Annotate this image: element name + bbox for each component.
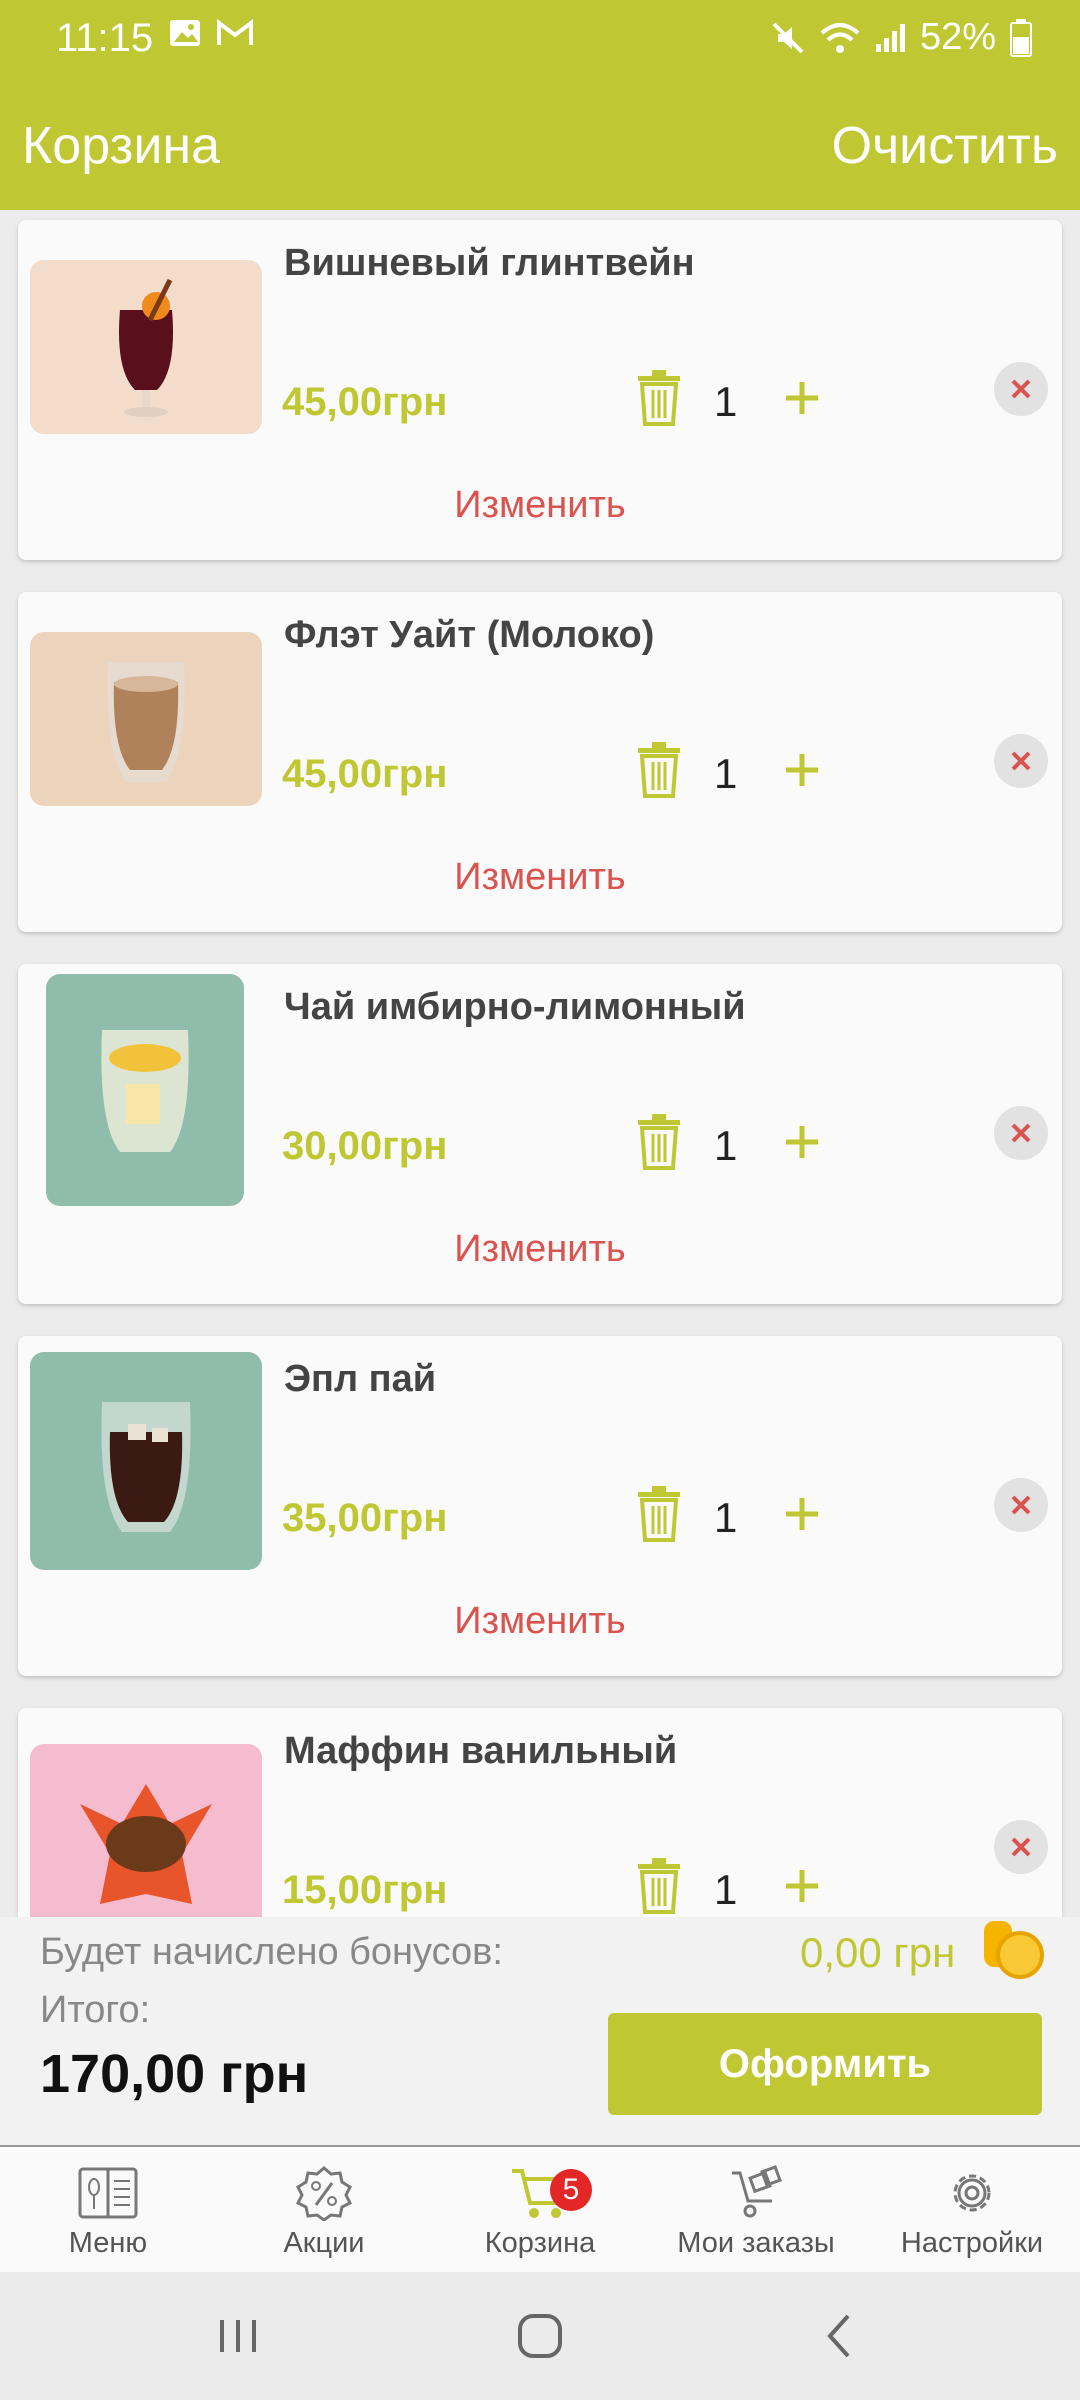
item-price: 45,00грн [282,380,448,424]
battery-percent: 52% [919,16,996,58]
system-nav-bar [0,2272,1080,2400]
item-quantity: 1 [714,1866,738,1913]
coins-icon [984,1921,1044,1979]
item-price: 35,00грн [282,1496,448,1540]
item-name: Эпл пай [284,1358,437,1400]
order-summary: Будет начислено бонусов: 0,00 грн Итого:… [0,1917,1080,2145]
nav-label: Корзина [484,2227,596,2259]
cart-item: Чай имбирно-лимонный 30,00грн 1 Изменить [18,964,1062,1304]
item-name: Вишневый глинтвейн [284,242,695,284]
nav-label: Мои заказы [677,2227,835,2259]
status-right: 52% [770,16,1032,59]
trash-icon[interactable] [634,1858,684,1914]
nav-item-settings[interactable]: Настройки [864,2147,1080,2274]
total-value: 170,00 грн [40,2044,309,2104]
item-price: 15,00грн [282,1868,448,1912]
plus-icon[interactable] [780,748,824,792]
plus-icon[interactable] [780,1864,824,1908]
close-icon[interactable] [994,1478,1048,1532]
status-time: 11:15 [56,16,154,60]
item-quantity: 1 [714,750,738,797]
nav-label: Настройки [900,2227,1044,2259]
nav-item-cart[interactable]: 5 Корзина [432,2147,648,2274]
clear-cart-button[interactable]: Очистить [832,116,1058,176]
bonus-value: 0,00 грн [800,1929,956,1976]
mute-icon [772,22,804,53]
cart-item: Флэт Уайт (Молоко) 45,00грн 1 Изменить [18,592,1062,932]
product-image [46,974,244,1206]
close-icon[interactable] [994,734,1048,788]
item-name: Маффин ванильный [284,1730,678,1772]
item-price: 30,00грн [282,1124,448,1168]
orders-cart-icon [732,2165,782,2218]
product-image [30,260,262,434]
item-name: Флэт Уайт (Молоко) [284,614,655,656]
product-image [30,632,262,806]
status-bar: 11:15 52% [0,0,1080,80]
total-label: Итого: [40,1989,151,2031]
nav-item-menu[interactable]: Меню [0,2147,216,2274]
app-header: Корзина Очистить [0,80,1080,210]
menu-book-icon [78,2167,138,2219]
home-icon[interactable] [510,2308,570,2364]
gmail-icon [217,19,253,45]
recent-apps-icon[interactable] [208,2308,268,2364]
plus-icon[interactable] [780,376,824,420]
signal-icon [875,23,905,52]
trash-icon[interactable] [634,370,684,426]
cart-list[interactable]: Вишневый глинтвейн 45,00грн 1 Изменить Ф… [0,210,1080,1917]
cart-count-badge: 5 [550,2169,592,2211]
back-icon[interactable] [812,2308,872,2364]
close-icon[interactable] [994,1820,1048,1874]
status-icons-left [168,18,254,48]
change-item-button[interactable]: Изменить [18,1228,1062,1271]
battery-icon [1010,18,1032,57]
close-icon[interactable] [994,1106,1048,1160]
bonus-label: Будет начислено бонусов: [40,1931,503,1973]
trash-icon[interactable] [634,1486,684,1542]
page-title: Корзина [22,117,221,175]
cart-item: Маффин ванильный 15,00грн 1 [18,1708,1062,1917]
nav-label: Акции [283,2227,365,2259]
checkout-button[interactable]: Оформить [608,2013,1042,2115]
item-quantity: 1 [714,378,738,425]
gear-icon [953,2174,991,2212]
cart-item: Вишневый глинтвейн 45,00грн 1 Изменить [18,220,1062,560]
change-item-button[interactable]: Изменить [18,484,1062,527]
nav-item-orders[interactable]: Мои заказы [648,2147,864,2274]
nav-label: Меню [68,2227,148,2259]
image-icon [170,20,200,46]
item-quantity: 1 [714,1122,738,1169]
change-item-button[interactable]: Изменить [18,1600,1062,1643]
bottom-nav: Меню Акции 5 Корзина Мои заказы Настройк… [0,2145,1080,2272]
change-item-button[interactable]: Изменить [18,856,1062,899]
item-quantity: 1 [714,1494,738,1541]
product-image [30,1352,262,1570]
item-price: 45,00грн [282,752,448,796]
trash-icon[interactable] [634,1114,684,1170]
wifi-icon [820,22,860,53]
product-image [30,1744,262,1917]
trash-icon[interactable] [634,742,684,798]
discount-icon [295,2166,353,2221]
item-name: Чай имбирно-лимонный [284,986,746,1028]
nav-item-promotions[interactable]: Акции [216,2147,432,2274]
plus-icon[interactable] [780,1120,824,1164]
close-icon[interactable] [994,362,1048,416]
plus-icon[interactable] [780,1492,824,1536]
cart-item: Эпл пай 35,00грн 1 Изменить [18,1336,1062,1676]
